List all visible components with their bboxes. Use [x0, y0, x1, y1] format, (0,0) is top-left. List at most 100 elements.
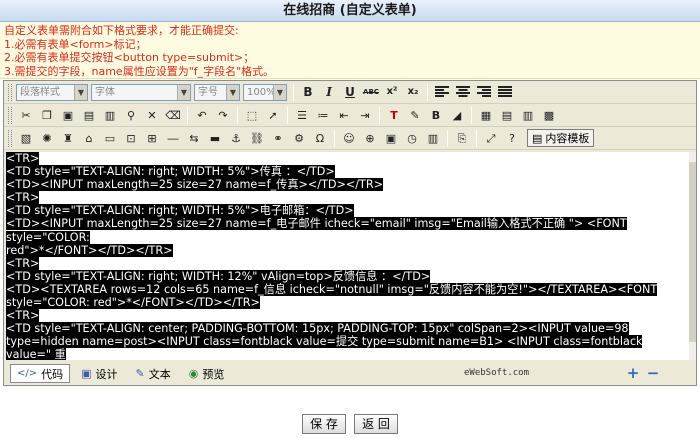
align-center-icon[interactable] — [453, 83, 473, 102]
redo-icon[interactable]: ↷ — [213, 106, 233, 125]
anchor-icon[interactable]: ⚓ — [226, 129, 246, 148]
separator — [427, 83, 428, 101]
tab-preview[interactable]: ◉ 预览 — [182, 364, 232, 383]
expand-plus-icon[interactable]: + — [626, 366, 640, 381]
paste-word-icon[interactable]: ▥ — [100, 106, 120, 125]
vertical-scrollbar[interactable] — [689, 152, 696, 360]
tab-code[interactable]: </> 代码 — [10, 364, 71, 383]
code-line: <TD style="TEXT-ALIGN: right; WIDTH: 12%… — [6, 269, 690, 283]
iframe-icon[interactable]: ⊞ — [142, 129, 162, 148]
table-row-icon[interactable]: ▤ — [497, 106, 517, 125]
font-size-select[interactable]: 字号 ▼ — [194, 83, 240, 101]
outdent-icon[interactable]: ⇤ — [334, 106, 354, 125]
highlight-icon[interactable]: ✎ — [405, 106, 425, 125]
cut-icon[interactable]: ✂ — [16, 106, 36, 125]
zoom-select[interactable]: 100% ▼ — [243, 83, 287, 101]
separator — [187, 106, 188, 124]
flash-icon[interactable]: ✺ — [37, 129, 57, 148]
table-icon[interactable]: ▦ — [476, 106, 496, 125]
help-icon[interactable]: ? — [502, 129, 522, 148]
chevron-down-icon: ▼ — [177, 84, 190, 100]
emoticon-icon[interactable]: ☺ — [339, 129, 359, 148]
table-cell-icon[interactable]: ▩ — [539, 106, 559, 125]
font-select[interactable]: 字体 ▼ — [91, 83, 191, 101]
page-break-icon[interactable]: ⎘ — [452, 129, 472, 148]
time-icon[interactable]: ◷ — [402, 129, 422, 148]
subscript-button[interactable]: x₂ — [403, 83, 423, 102]
code-line-text: <TD><INPUT maxLength=25 size=27 name=f_电… — [6, 217, 627, 244]
fullscreen-icon[interactable]: ⤢ — [481, 129, 501, 148]
tab-text-label: 文本 — [148, 367, 171, 381]
superscript-button[interactable]: x² — [382, 83, 402, 102]
input-icon[interactable]: ▬ — [205, 129, 225, 148]
scrollbar-thumb[interactable] — [689, 162, 696, 342]
unordered-list-icon[interactable]: ≔ — [313, 106, 333, 125]
text-color-icon[interactable]: T — [384, 106, 404, 125]
toolbar-grip — [8, 83, 12, 101]
tab-design-label: 设计 — [95, 367, 118, 381]
media-icon[interactable]: ♜ — [58, 129, 78, 148]
editor-mode-bar: </> 代码 ▣ 设计 ✎ 文本 ◉ 预览 — [4, 362, 696, 385]
align-right-icon[interactable] — [474, 83, 494, 102]
underline-button[interactable]: U — [340, 83, 360, 102]
eraser-icon[interactable]: ⌫ — [163, 106, 183, 125]
collapse-minus-icon[interactable]: − — [646, 366, 660, 381]
code-line-text: <TD><INPUT maxLength=25 size=27 name=f_传… — [6, 178, 384, 192]
code-line: <TR> — [6, 191, 690, 205]
paste-icon[interactable]: ▣ — [58, 106, 78, 125]
code-icon: </> — [17, 368, 38, 379]
tab-text[interactable]: ✎ 文本 — [129, 364, 178, 383]
paste-text-icon[interactable]: ▤ — [79, 106, 99, 125]
code-line-text: <TD style="TEXT-ALIGN: right; WIDTH: 5%"… — [6, 204, 354, 218]
image-icon[interactable]: ▧ — [16, 129, 36, 148]
special-char-icon[interactable]: Ω — [310, 129, 330, 148]
indent-icon[interactable]: ⇥ — [355, 106, 375, 125]
map-icon[interactable]: ⚙ — [289, 129, 309, 148]
format-brush-icon[interactable]: ◢ — [447, 106, 467, 125]
content-template-button[interactable]: ▤ 内容模板 — [527, 129, 595, 147]
code-line: <TR> — [6, 152, 690, 165]
copy-icon[interactable]: ❐ — [37, 106, 57, 125]
code-line: type=hidden name=post><INPUT class=fontb… — [6, 335, 690, 360]
marquee-icon[interactable]: ⇆ — [184, 129, 204, 148]
toolbar-grip — [8, 129, 12, 147]
horizontal-rule-icon[interactable]: ― — [163, 129, 183, 148]
tab-design[interactable]: ▣ 设计 — [74, 364, 124, 383]
form-icon[interactable]: ▭ — [100, 129, 120, 148]
gallery-icon[interactable]: ▥ — [423, 129, 443, 148]
separator — [237, 106, 238, 124]
chevron-down-icon: ▼ — [226, 84, 239, 100]
table-column-icon[interactable]: ▥ — [518, 106, 538, 125]
unlink-icon[interactable]: ⚭ — [268, 129, 288, 148]
toolbar-grip — [8, 106, 12, 124]
font-value: 字体 — [95, 86, 115, 98]
font-size-value: 字号 — [198, 86, 218, 98]
code-line: <TD><INPUT maxLength=25 size=27 name=f_传… — [6, 178, 690, 192]
italic-button[interactable]: I — [319, 83, 339, 102]
align-justify-icon[interactable] — [495, 83, 515, 102]
code-line: <TD><TEXTAREA rows=12 cols=65 name=f_信息 … — [6, 282, 690, 296]
find-icon[interactable]: ⚲ — [121, 106, 141, 125]
save-button[interactable]: 保 存 — [302, 414, 346, 434]
back-button[interactable]: 返 回 — [354, 414, 398, 434]
form-requirements-notice: 自定义表单需附合如下格式要求，才能正确提交: 1.必需有表单<form>标记； … — [0, 22, 700, 79]
notice-line: 自定义表单需附合如下格式要求，才能正确提交: — [4, 24, 239, 37]
zoom-value: 100% — [247, 86, 276, 98]
strikethrough-button[interactable]: ABC — [361, 83, 381, 102]
notice-line: 3.需提交的字段，name属性应设置为"f_字段名"格式。 — [4, 64, 275, 78]
fieldset-icon[interactable]: ⊡ — [121, 129, 141, 148]
undo-icon[interactable]: ↶ — [192, 106, 212, 125]
html-source-textarea[interactable]: <TR> <TD style="TEXT-ALIGN: right; WIDTH:… — [6, 152, 690, 360]
ordered-list-icon[interactable]: ☰ — [292, 106, 312, 125]
date-icon[interactable]: ▣ — [381, 129, 401, 148]
hyperlink-icon[interactable]: ⛓ — [247, 129, 267, 148]
delete-icon[interactable]: ✕ — [142, 106, 162, 125]
symbol-icon[interactable]: ⊕ — [360, 129, 380, 148]
background-color-icon[interactable]: B — [426, 106, 446, 125]
file-icon[interactable]: ⌂ — [79, 129, 99, 148]
align-left-icon[interactable] — [432, 83, 452, 102]
select-all-icon[interactable]: ⬚ — [242, 106, 262, 125]
pointer-icon[interactable]: ➚ — [263, 106, 283, 125]
paragraph-style-select[interactable]: 段落样式 ▼ — [16, 83, 88, 101]
bold-button[interactable]: B — [298, 83, 318, 102]
